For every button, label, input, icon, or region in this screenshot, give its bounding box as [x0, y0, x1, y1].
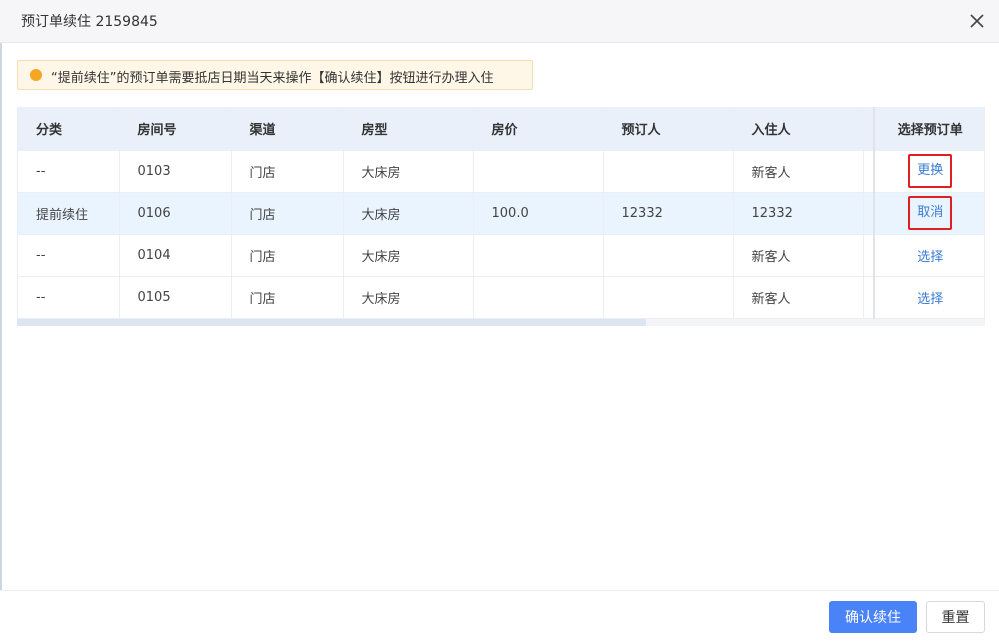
cell-price: 100.0 — [473, 192, 604, 235]
cell-action: 取消 — [873, 192, 984, 235]
cell-spacer — [863, 150, 875, 193]
cell-channel: 门店 — [231, 150, 344, 193]
dialog-header: 预订单续住 2159845 — [0, 0, 999, 43]
background-edge — [0, 0, 2, 642]
cell-room-type: 大床房 — [343, 150, 474, 193]
cell-room-type: 大床房 — [343, 192, 474, 235]
column-header-channel: 渠道 — [231, 107, 344, 151]
column-header-guest: 入住人 — [733, 107, 864, 151]
cell-booker: 12332 — [603, 192, 734, 235]
select-link[interactable]: 选择 — [917, 292, 943, 307]
column-header-room-type: 房型 — [343, 107, 474, 151]
cancel-link[interactable]: 取消 — [908, 196, 953, 230]
table-row: -- 0103 门店 大床房 新客人 更换 — [18, 150, 984, 193]
cell-action: 更换 — [873, 150, 984, 193]
cell-action: 选择 — [873, 234, 984, 277]
reset-button[interactable]: 重置 — [926, 601, 985, 633]
cell-category: 提前续住 — [18, 192, 120, 235]
cell-booker — [603, 276, 734, 319]
cell-booker — [603, 234, 734, 277]
confirm-renew-button[interactable]: 确认续住 — [829, 601, 917, 633]
notice-text: “提前续住”的预订单需要抵店日期当天来操作【确认续住】按钮进行办理入住 — [51, 71, 494, 86]
close-button[interactable] — [965, 9, 989, 33]
cell-room: 0106 — [119, 192, 232, 235]
cell-spacer — [863, 192, 875, 235]
table-row: 提前续住 0106 门店 大床房 100.0 12332 12332 取消 — [18, 192, 984, 235]
cell-spacer — [863, 234, 875, 277]
cell-booker — [603, 150, 734, 193]
cell-price — [473, 234, 604, 277]
table-row: -- 0104 门店 大床房 新客人 选择 — [18, 234, 984, 277]
cell-price — [473, 150, 604, 193]
cell-action: 选择 — [873, 276, 984, 319]
cell-price — [473, 276, 604, 319]
column-header-select-booking: 选择预订单 — [873, 107, 984, 151]
table-row: -- 0105 门店 大床房 新客人 选择 — [18, 276, 984, 319]
select-link[interactable]: 选择 — [917, 250, 943, 265]
cell-room: 0103 — [119, 150, 232, 193]
close-icon — [970, 14, 984, 28]
cell-guest: 新客人 — [733, 234, 864, 277]
cell-room: 0104 — [119, 234, 232, 277]
replace-link[interactable]: 更换 — [908, 154, 953, 188]
cell-room: 0105 — [119, 276, 232, 319]
cell-channel: 门店 — [231, 234, 344, 277]
column-header-booker: 预订人 — [603, 107, 734, 151]
cell-channel: 门店 — [231, 192, 344, 235]
column-header-spacer — [863, 107, 875, 151]
cell-guest: 12332 — [733, 192, 864, 235]
warning-dot-icon — [30, 69, 42, 81]
dialog-title: 预订单续住 2159845 — [21, 14, 158, 30]
cell-channel: 门店 — [231, 276, 344, 319]
table-header-row: 分类 房间号 渠道 房型 房价 预订人 入住人 选择预订单 — [18, 107, 984, 151]
cell-guest: 新客人 — [733, 150, 864, 193]
horizontal-scrollbar[interactable] — [17, 319, 985, 326]
scrollbar-thumb[interactable] — [17, 319, 646, 326]
notice-banner: “提前续住”的预订单需要抵店日期当天来操作【确认续住】按钮进行办理入住 — [17, 60, 533, 90]
renew-dialog: 预订单续住 2159845 “提前续住”的预订单需要抵店日期当天来操作【确认续住… — [0, 0, 999, 642]
cell-guest: 新客人 — [733, 276, 864, 319]
cell-spacer — [863, 276, 875, 319]
column-header-price: 房价 — [473, 107, 604, 151]
cell-category: -- — [18, 276, 120, 319]
cell-category: -- — [18, 150, 120, 193]
cell-room-type: 大床房 — [343, 276, 474, 319]
booking-table: 分类 房间号 渠道 房型 房价 预订人 入住人 选择预订单 -- 0103 门店… — [17, 107, 985, 326]
cell-room-type: 大床房 — [343, 234, 474, 277]
column-header-room: 房间号 — [119, 107, 232, 151]
cell-category: -- — [18, 234, 120, 277]
column-header-category: 分类 — [18, 107, 120, 151]
